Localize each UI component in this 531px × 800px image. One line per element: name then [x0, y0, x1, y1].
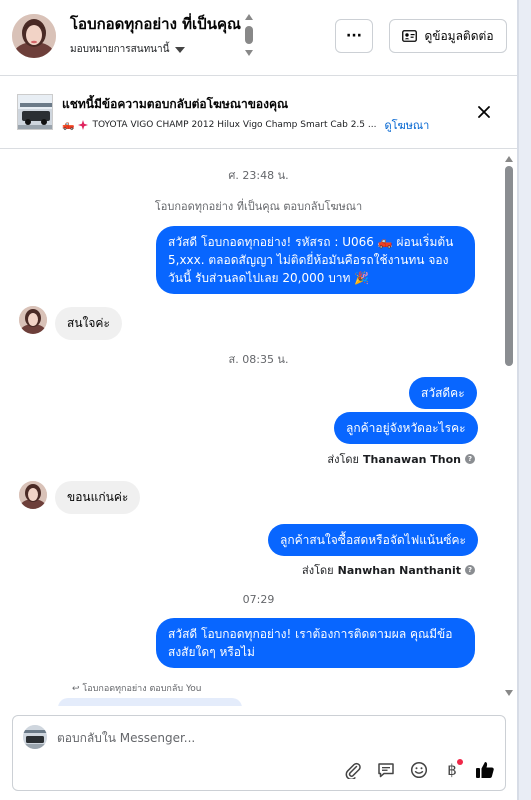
quoted-message-preview[interactable]: [58, 698, 242, 706]
payment-button[interactable]: ฿: [442, 759, 463, 780]
page-avatar: [23, 725, 47, 749]
sparkle-icon: [78, 120, 89, 130]
timestamp: ศ. 23:48 น.: [228, 169, 289, 182]
contact-name: โอบกอดทุกอย่าง ที่เป็นคุณ: [70, 15, 241, 33]
reply-input[interactable]: [57, 730, 357, 746]
message-outgoing[interactable]: สวัสดี โอบกอดทุกอย่าง! เราต้องการติดตามผ…: [156, 618, 475, 668]
send-like-button[interactable]: [475, 760, 495, 780]
contact-card-icon: [402, 30, 418, 42]
attachment-icon: [345, 762, 361, 779]
close-icon: [478, 106, 490, 118]
contact-avatar[interactable]: [12, 14, 56, 58]
emoji-icon: [410, 761, 428, 779]
notification-dot: [457, 759, 463, 765]
ad-description-line: 🛻 TOYOTA VIGO CHAMP 2012 Hilux Vigo Cham…: [62, 116, 429, 134]
thread-scrollbar[interactable]: [505, 166, 513, 366]
contact-avatar-small[interactable]: [19, 481, 47, 509]
message-outgoing[interactable]: สวัสดี โอบกอดทุกอย่าง! รหัสรถ : U066 🛻 ผ…: [156, 226, 475, 294]
conversation-header: โอบกอดทุกอย่าง ที่เป็นคุณ มอบหมายการสนทน…: [0, 0, 517, 76]
info-icon[interactable]: ?: [465, 565, 475, 575]
reply-context-note: ↩ โอบกอดทุกอย่าง ตอบกลับ You: [72, 681, 201, 695]
ad-thumbnail[interactable]: [17, 94, 53, 130]
reply-arrow-icon: ↩: [72, 684, 80, 694]
sender-name: Nanwhan Nanthanit: [337, 563, 461, 577]
contact-avatar-small[interactable]: [19, 306, 47, 334]
timestamp: 07:29: [242, 593, 275, 606]
message-incoming[interactable]: ขอนแก่นค่ะ: [55, 481, 141, 514]
ad-reply-banner: แชทนี้มีข้อความตอบกลับต่อโฆษณาของคุณ 🛻 T…: [0, 77, 517, 149]
timestamp: ส. 08:35 น.: [228, 353, 289, 366]
message-outgoing[interactable]: สวัสดีคะ: [409, 377, 477, 409]
more-options-button[interactable]: ···: [335, 19, 373, 53]
view-contact-info-label: ดูข้อมูลติดต่อ: [424, 28, 494, 43]
composer-toolbar: ฿: [343, 759, 495, 780]
view-contact-info-button[interactable]: ดูข้อมูลติดต่อ: [389, 19, 507, 53]
more-icon: ···: [346, 28, 362, 44]
info-icon[interactable]: ?: [465, 454, 475, 464]
baht-icon: ฿: [447, 761, 457, 779]
view-ad-link[interactable]: ดูโฆษณา: [384, 116, 429, 134]
window-right-edge: [517, 0, 531, 800]
assign-conversation-label: มอบหมายการสนทนานี้: [70, 44, 170, 55]
sent-by-prefix: ส่งโดย: [302, 564, 334, 577]
emoji-button[interactable]: [409, 760, 429, 780]
close-ad-banner-button[interactable]: [473, 101, 495, 123]
sent-by-prefix: ส่งโดย: [327, 453, 360, 466]
attach-button[interactable]: [343, 760, 363, 780]
message-incoming[interactable]: สนใจค่ะ: [55, 307, 122, 340]
name-scrollbar[interactable]: [244, 14, 254, 58]
message-outgoing[interactable]: ลูกค้าอยู่จังหวัดอะไรคะ: [334, 412, 478, 444]
message-composer: ฿: [12, 715, 506, 791]
message-thread[interactable]: ศ. 23:48 น. โอบกอดทุกอย่าง ที่เป็นคุณ ตอ…: [0, 150, 517, 706]
assign-conversation-dropdown[interactable]: มอบหมายการสนทนานี้: [70, 42, 186, 57]
reply-context-text: โอบกอดทุกอย่าง ตอบกลับ You: [82, 684, 202, 694]
saved-replies-button[interactable]: [376, 760, 396, 780]
scroll-down-arrow[interactable]: [505, 690, 513, 696]
sent-by-label: ส่งโดย Nanwhan Nanthanit ?: [302, 561, 475, 579]
ad-banner-title: แชทนี้มีข้อความตอบกลับต่อโฆษณาของคุณ: [62, 97, 289, 111]
pickup-truck-emoji: 🛻: [62, 119, 75, 131]
message-outgoing[interactable]: ลูกค้าสนใจซื้อสดหรือจัดไฟแน้นซ์คะ: [268, 524, 478, 556]
scroll-up-arrow[interactable]: [505, 156, 513, 162]
system-note: โอบกอดทุกอย่าง ที่เป็นคุณ ตอบกลับโฆษณา: [154, 200, 363, 213]
comment-icon: [378, 763, 394, 778]
like-icon: [476, 762, 494, 779]
caret-down-icon: [175, 46, 186, 53]
sent-by-label: ส่งโดย Thanawan Thon ?: [327, 450, 475, 468]
ad-text: TOYOTA VIGO CHAMP 2012 Hilux Vigo Champ …: [92, 120, 377, 130]
sender-name: Thanawan Thon: [363, 452, 461, 466]
